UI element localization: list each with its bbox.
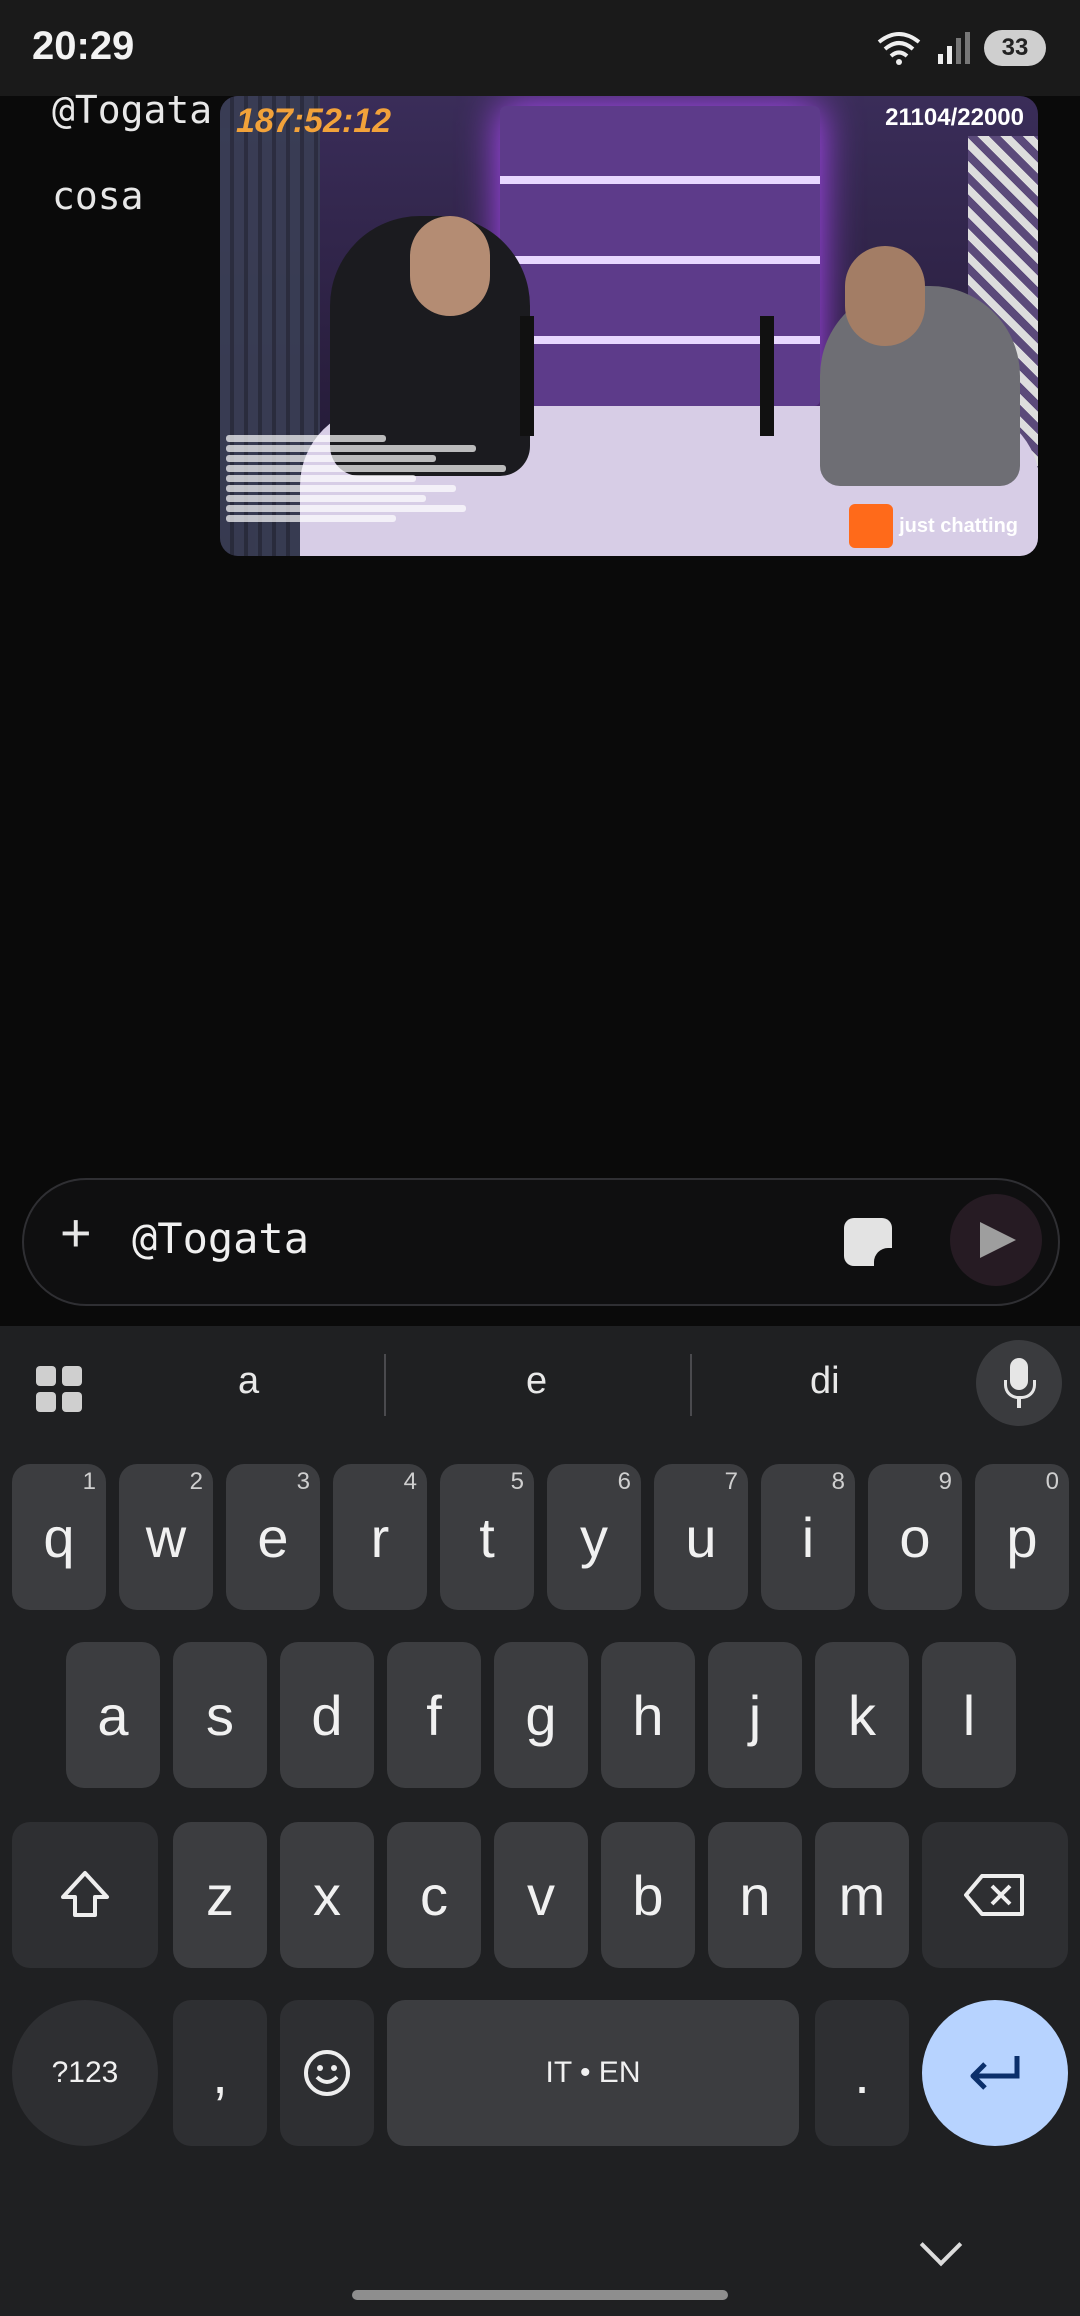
suggestion-divider — [384, 1354, 386, 1416]
key-d[interactable]: d — [280, 1642, 374, 1788]
key-u[interactable]: u7 — [654, 1464, 748, 1610]
key-j[interactable]: j — [708, 1642, 802, 1788]
send-icon — [980, 1222, 1016, 1258]
suggestion[interactable]: e — [526, 1360, 547, 1403]
video-mic — [520, 316, 534, 436]
backspace-key[interactable] — [922, 1822, 1068, 1968]
status-time: 20:29 — [32, 24, 135, 68]
status-icons: 33 — [876, 30, 1046, 66]
key-t[interactable]: t5 — [440, 1464, 534, 1610]
hide-keyboard-icon[interactable] — [920, 2230, 960, 2270]
video-person-left-head — [410, 216, 490, 316]
battery-indicator: 33 — [984, 30, 1046, 66]
sticker-icon[interactable] — [844, 1218, 892, 1266]
key-c[interactable]: c — [387, 1822, 481, 1968]
key-m[interactable]: m — [815, 1822, 909, 1968]
suggestion[interactable]: di — [810, 1360, 840, 1403]
keyboard: a e di q1 w2 e3 r4 t5 y6 u7 i8 o9 p0 a s… — [0, 1326, 1080, 2316]
video-mic — [760, 316, 774, 436]
key-r[interactable]: r4 — [333, 1464, 427, 1610]
emoji-key[interactable] — [280, 2000, 374, 2146]
signal-icon — [938, 32, 970, 64]
video-person-right-head — [845, 246, 925, 346]
key-i[interactable]: i8 — [761, 1464, 855, 1610]
key-y[interactable]: y6 — [547, 1464, 641, 1610]
key-k[interactable]: k — [815, 1642, 909, 1788]
video-timer: 187:52:12 — [236, 102, 392, 140]
navigation-handle[interactable] — [352, 2290, 728, 2300]
period-key[interactable]: . — [815, 2000, 909, 2146]
shift-icon — [61, 1871, 109, 1917]
message-input[interactable]: @Togata — [132, 1214, 309, 1263]
symbols-key[interactable]: ?123 — [12, 2000, 158, 2146]
comma-key[interactable]: , — [173, 2000, 267, 2146]
key-z[interactable]: z — [173, 1822, 267, 1968]
space-key[interactable]: IT • EN — [387, 2000, 799, 2146]
backspace-icon — [964, 1874, 1024, 1916]
key-a[interactable]: a — [66, 1642, 160, 1788]
message-composer: + @Togata — [22, 1178, 1060, 1306]
key-s[interactable]: s — [173, 1642, 267, 1788]
key-v[interactable]: v — [494, 1822, 588, 1968]
key-p[interactable]: p0 — [975, 1464, 1069, 1610]
video-chat-overlay — [226, 432, 526, 525]
add-attachment-button[interactable]: + — [60, 1202, 92, 1264]
status-bar: 20:29 33 — [0, 0, 1080, 96]
voice-input-button[interactable] — [976, 1340, 1062, 1426]
key-e[interactable]: e3 — [226, 1464, 320, 1610]
key-f[interactable]: f — [387, 1642, 481, 1788]
enter-icon — [970, 2056, 1020, 2090]
emoji-icon — [304, 2050, 350, 2096]
key-b[interactable]: b — [601, 1822, 695, 1968]
chat-message: @Togata — [52, 88, 213, 132]
key-x[interactable]: x — [280, 1822, 374, 1968]
key-g[interactable]: g — [494, 1642, 588, 1788]
send-button[interactable] — [950, 1194, 1042, 1286]
category-label: just chatting — [899, 515, 1018, 537]
video-counter: 21104/22000 — [885, 104, 1024, 131]
key-l[interactable]: l — [922, 1642, 1016, 1788]
wifi-icon — [877, 32, 921, 65]
key-n[interactable]: n — [708, 1822, 802, 1968]
chat-message: cosa — [52, 174, 144, 218]
suggestion[interactable]: a — [238, 1360, 259, 1403]
key-o[interactable]: o9 — [868, 1464, 962, 1610]
suggestion-bar: a e di — [0, 1326, 1080, 1446]
shift-key[interactable] — [12, 1822, 158, 1968]
video-thumbnail[interactable]: 187:52:12 21104/22000 just chatting — [220, 96, 1038, 556]
apps-grid-icon[interactable] — [36, 1366, 82, 1412]
category-icon — [849, 504, 894, 548]
enter-key[interactable] — [922, 2000, 1068, 2146]
key-h[interactable]: h — [601, 1642, 695, 1788]
suggestion-divider — [690, 1354, 692, 1416]
chat-area[interactable]: @Togata cosa 187:52:12 21104/22000 just … — [0, 88, 1080, 1176]
video-category-badge: just chatting — [849, 504, 1018, 548]
key-q[interactable]: q1 — [12, 1464, 106, 1610]
key-w[interactable]: w2 — [119, 1464, 213, 1610]
